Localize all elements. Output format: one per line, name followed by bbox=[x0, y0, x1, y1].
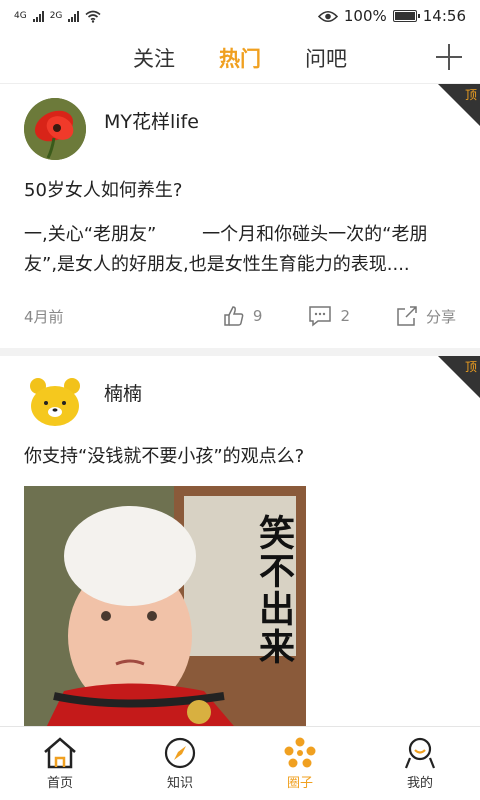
comment-button[interactable]: 2 bbox=[308, 305, 350, 327]
status-signals: 4G 2G bbox=[14, 10, 101, 23]
signal-icon-2 bbox=[68, 10, 80, 22]
pinned-label: 顶 bbox=[464, 88, 477, 102]
share-icon bbox=[397, 306, 417, 326]
avatar[interactable] bbox=[24, 370, 86, 432]
share-button[interactable]: 分享 bbox=[396, 305, 456, 327]
nav-label: 知识 bbox=[166, 776, 193, 791]
thumbs-up-icon bbox=[224, 306, 244, 326]
nav-knowledge[interactable]: 知识 bbox=[120, 727, 240, 800]
status-right: 100% 14:56 bbox=[317, 7, 466, 25]
post-title[interactable]: 你支持“没钱就不要小孩”的观点么? bbox=[24, 442, 456, 468]
status-bar: 4G 2G 100% 14:56 bbox=[0, 0, 480, 32]
post-image[interactable]: 笑不出来 bbox=[24, 486, 306, 726]
battery-percent: 100% bbox=[343, 7, 387, 25]
battery-fill bbox=[394, 12, 415, 20]
excerpt-line: 一,关心“老朋友” 一个月和你碰头一次的“老朋 bbox=[24, 224, 428, 245]
circle-group-icon bbox=[284, 737, 316, 768]
excerpt-line: 友”,是女人的好朋友,也是女性生育能力的表现.... bbox=[24, 254, 410, 275]
avatar[interactable] bbox=[24, 98, 86, 160]
nav-circle[interactable]: 圈子 bbox=[240, 727, 360, 800]
profile-icon bbox=[404, 737, 436, 769]
network-type-1: 4G bbox=[14, 11, 27, 21]
plus-icon[interactable] bbox=[432, 40, 466, 74]
nav-label: 首页 bbox=[46, 776, 73, 791]
post-card[interactable]: 顶 MY花样life 50岁女人如何养生? 一,关心“老朋友” 一个月和你碰头一… bbox=[0, 84, 480, 348]
feed[interactable]: 顶 MY花样life 50岁女人如何养生? 一,关心“老朋友” 一个月和你碰头一… bbox=[0, 84, 480, 726]
nav-mine[interactable]: 我的 bbox=[360, 727, 480, 800]
eye-icon bbox=[317, 10, 338, 22]
bear-avatar-image bbox=[30, 378, 80, 426]
like-count: 9 bbox=[252, 307, 263, 325]
top-tab-bar: 关注 热门 问吧 bbox=[0, 32, 480, 84]
comment-icon bbox=[309, 306, 332, 327]
tab-ask[interactable]: 问吧 bbox=[305, 43, 347, 73]
flower-avatar-image bbox=[24, 98, 86, 160]
clock: 14:56 bbox=[422, 7, 466, 25]
post-card[interactable]: 顶 楠楠 你支持“没钱就不要小孩”的观点么? 笑不出来 bbox=[0, 356, 480, 726]
image-caption: 笑不出来 bbox=[253, 514, 294, 666]
home-icon bbox=[44, 737, 76, 769]
like-button[interactable]: 9 bbox=[223, 305, 263, 327]
post-meta: 4月前 9 2 分享 bbox=[24, 288, 456, 344]
battery-icon bbox=[392, 10, 420, 22]
tab-follow[interactable]: 关注 bbox=[133, 43, 175, 73]
signal-icon-1 bbox=[32, 10, 44, 22]
post-header: MY花样life bbox=[24, 84, 456, 160]
bottom-nav: 首页 知识 圈子 我的 bbox=[0, 726, 480, 800]
share-label: 分享 bbox=[425, 307, 456, 326]
compass-icon bbox=[164, 737, 196, 769]
username[interactable]: MY花样life bbox=[104, 107, 199, 134]
post-excerpt[interactable]: 一,关心“老朋友” 一个月和你碰头一次的“老朋 友”,是女人的好朋友,也是女性生… bbox=[24, 220, 456, 280]
post-time: 4月前 bbox=[24, 307, 64, 326]
nav-home[interactable]: 首页 bbox=[0, 727, 120, 800]
comment-count: 2 bbox=[340, 307, 350, 325]
network-type-2: 2G bbox=[49, 11, 63, 21]
wifi-icon bbox=[85, 10, 101, 23]
nav-label: 圈子 bbox=[286, 776, 313, 791]
post-header: 楠楠 bbox=[24, 356, 456, 432]
post-title[interactable]: 50岁女人如何养生? bbox=[24, 176, 456, 202]
username[interactable]: 楠楠 bbox=[104, 379, 142, 406]
tab-hot[interactable]: 热门 bbox=[219, 43, 261, 73]
nav-label: 我的 bbox=[406, 776, 433, 791]
pinned-label: 顶 bbox=[464, 360, 477, 374]
